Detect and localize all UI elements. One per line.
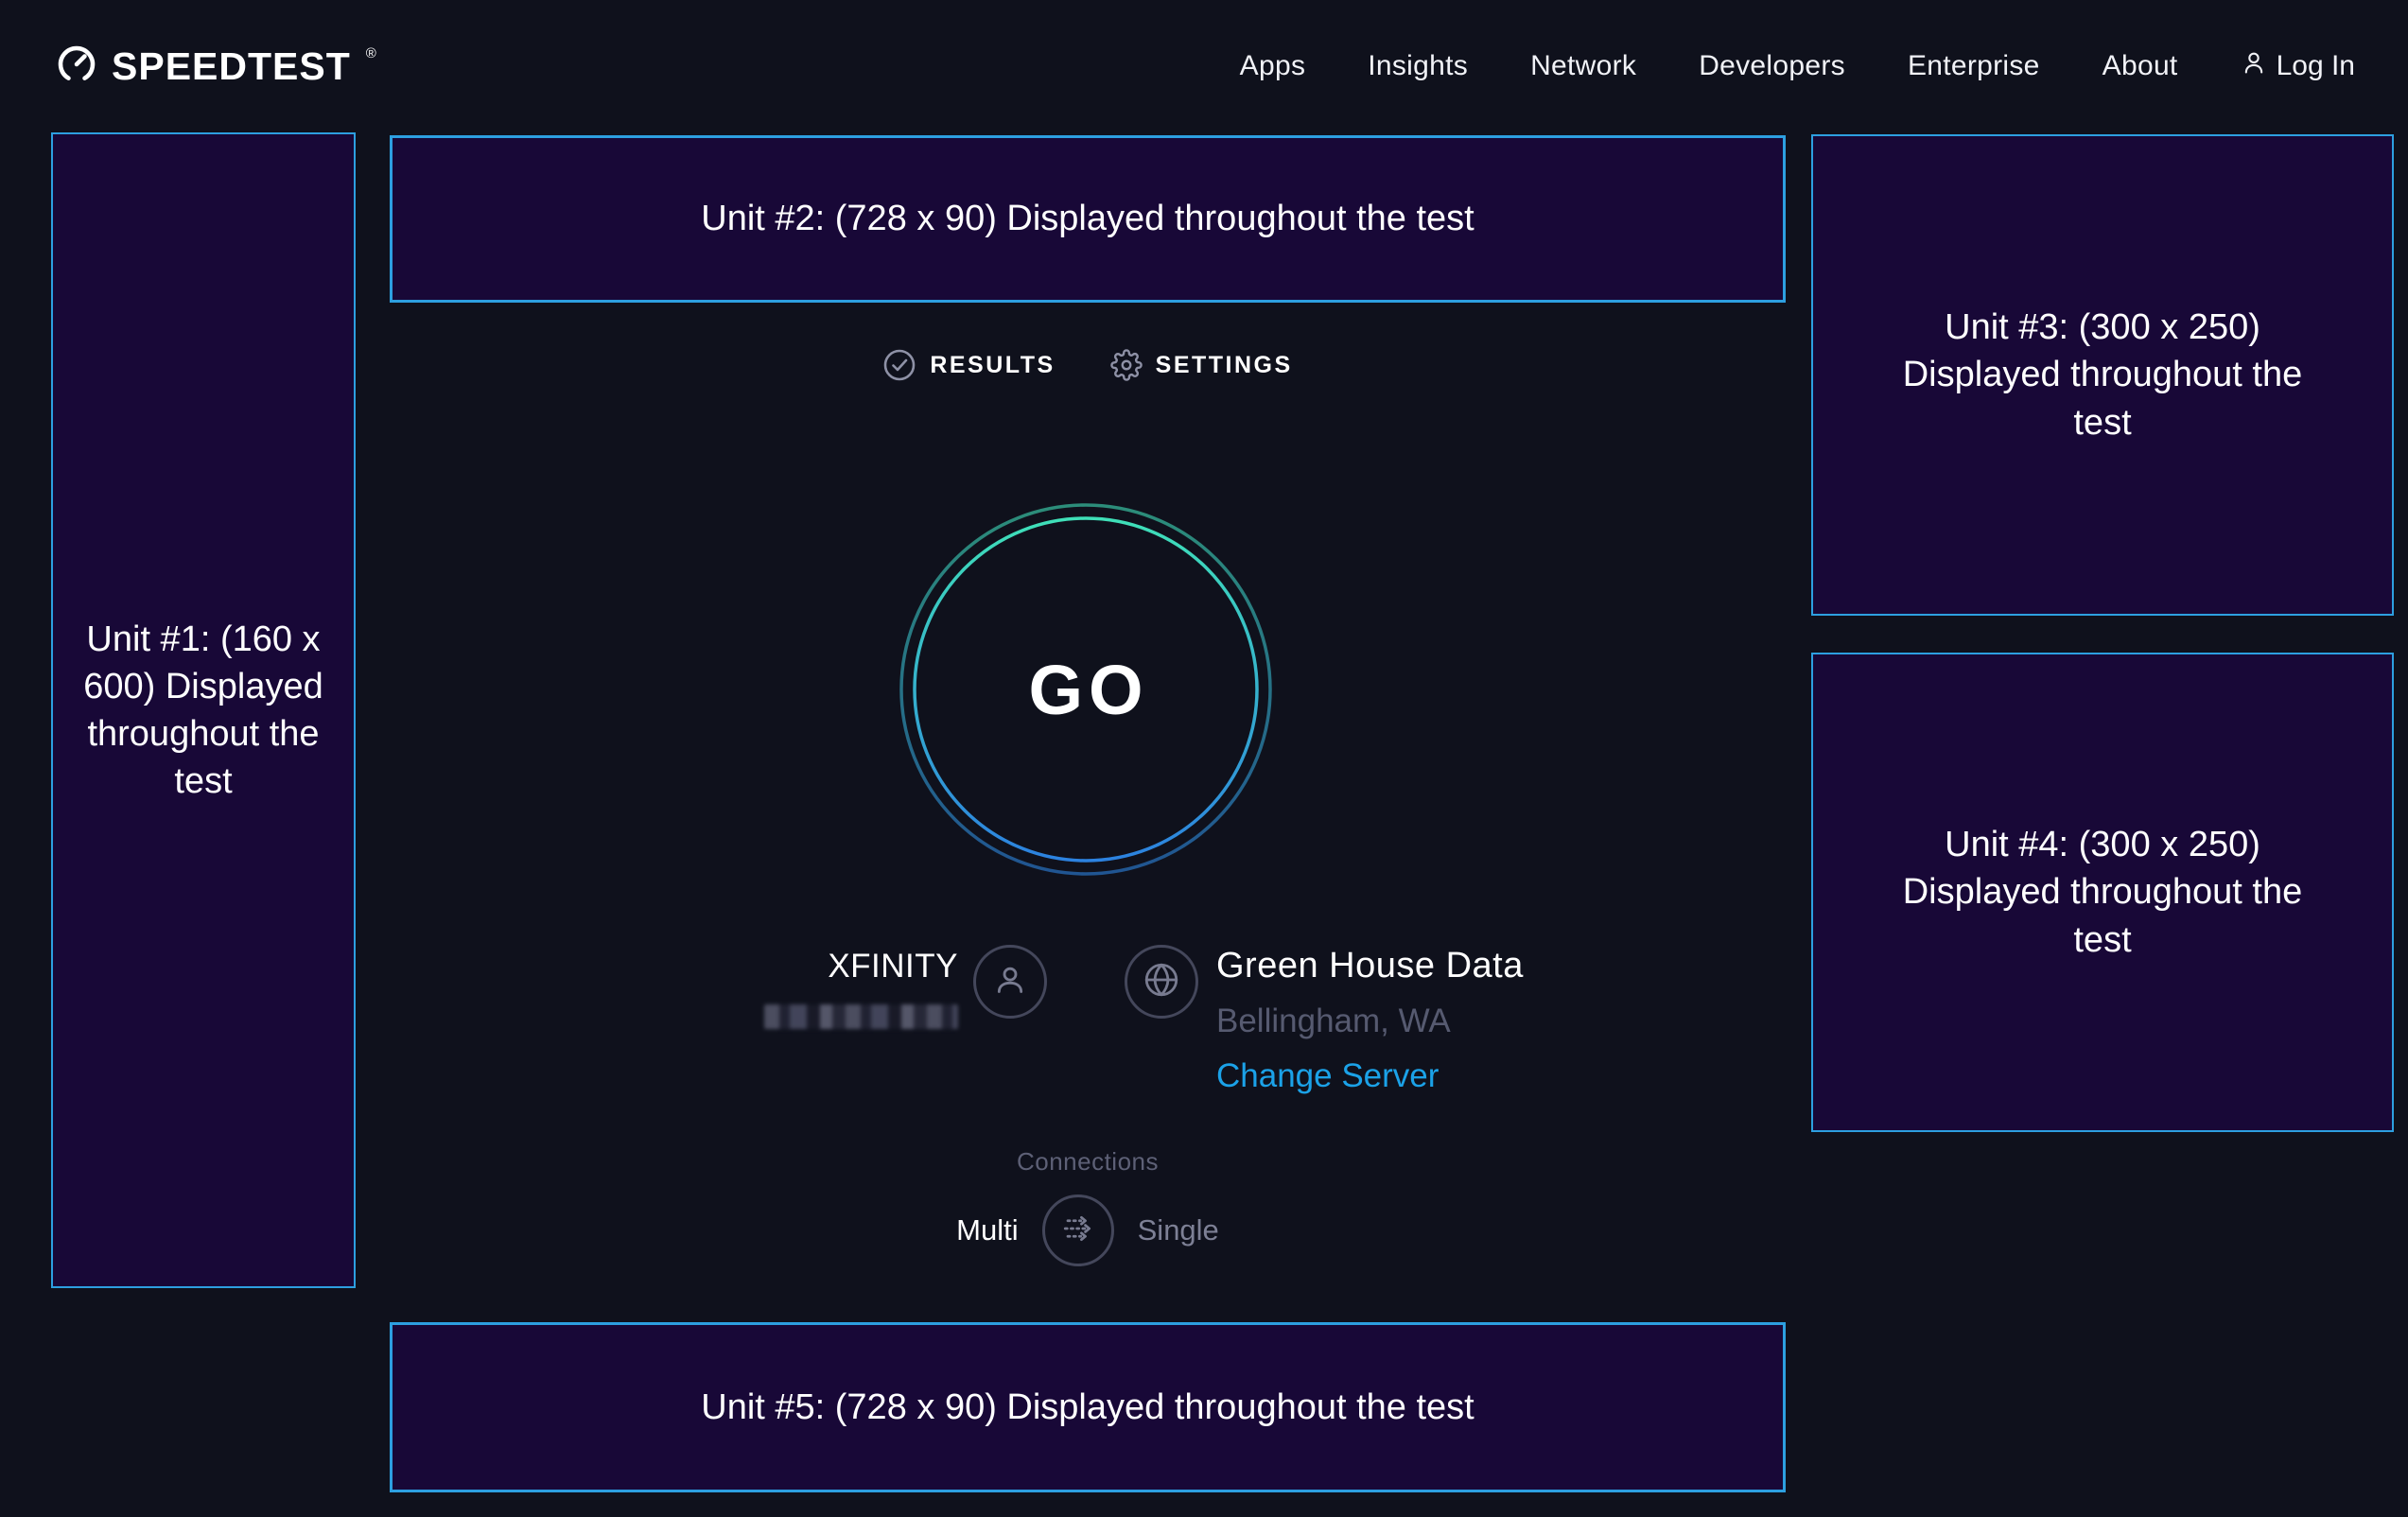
ad-unit-3-text: Unit #3: (300 x 250) Displayed throughou… — [1880, 304, 2325, 445]
gear-icon — [1110, 349, 1143, 381]
ad-unit-1-text: Unit #1: (160 x 600) Displayed throughou… — [78, 616, 329, 806]
nav-item-network[interactable]: Network — [1530, 50, 1636, 82]
connections-mode-badge[interactable] — [1042, 1194, 1114, 1266]
tab-settings-label: SETTINGS — [1156, 352, 1293, 379]
nav-item-insights[interactable]: Insights — [1368, 50, 1468, 82]
top-nav-bar: SPEEDTEST ® Apps Insights Network Develo… — [0, 0, 2408, 132]
ad-unit-3[interactable]: Unit #3: (300 x 250) Displayed throughou… — [1811, 134, 2394, 616]
person-icon — [991, 961, 1029, 1003]
multi-arrows-icon — [1057, 1208, 1099, 1254]
tab-results[interactable]: RESULTS — [882, 348, 1055, 382]
isp-block: XFINITY — [764, 948, 958, 1029]
isp-user-badge[interactable] — [973, 945, 1047, 1019]
nav-item-about[interactable]: About — [2103, 50, 2178, 82]
connections-title: Connections — [390, 1147, 1786, 1177]
ad-unit-2-text: Unit #2: (728 x 90) Displayed throughout… — [701, 195, 1474, 242]
view-tabs: RESULTS SETTINGS — [390, 348, 1786, 382]
ad-unit-4-text: Unit #4: (300 x 250) Displayed throughou… — [1880, 821, 2325, 963]
server-name: Green House Data — [1216, 946, 1524, 986]
go-button-label: GO — [899, 502, 1273, 877]
gauge-logo-icon — [55, 43, 98, 91]
go-button[interactable]: GO — [899, 502, 1273, 877]
check-circle-icon — [882, 348, 916, 382]
login-label: Log In — [2277, 50, 2355, 82]
connections-single-option[interactable]: Single — [1138, 1213, 1219, 1247]
ad-unit-5-text: Unit #5: (728 x 90) Displayed throughout… — [701, 1384, 1474, 1431]
server-block: Green House Data Bellingham, WA Change S… — [1216, 946, 1524, 1095]
tab-settings[interactable]: SETTINGS — [1110, 349, 1293, 381]
main-nav: Apps Insights Network Developers Enterpr… — [1240, 49, 2355, 83]
ip-address-redacted — [764, 1004, 958, 1029]
server-globe-badge[interactable] — [1125, 945, 1198, 1019]
user-icon — [2241, 49, 2267, 83]
ad-unit-2[interactable]: Unit #2: (728 x 90) Displayed throughout… — [390, 135, 1786, 303]
nav-item-developers[interactable]: Developers — [1699, 50, 1845, 82]
isp-name: XFINITY — [764, 948, 958, 985]
globe-icon — [1142, 960, 1181, 1004]
speedtest-logo[interactable]: SPEEDTEST ® — [55, 43, 375, 91]
logo-trademark: ® — [366, 45, 376, 61]
logo-wordmark: SPEEDTEST — [112, 44, 351, 89]
ad-unit-5[interactable]: Unit #5: (728 x 90) Displayed throughout… — [390, 1322, 1786, 1492]
nav-item-apps[interactable]: Apps — [1240, 50, 1306, 82]
speedtest-page: SPEEDTEST ® Apps Insights Network Develo… — [0, 0, 2408, 1517]
ad-unit-4[interactable]: Unit #4: (300 x 250) Displayed throughou… — [1811, 653, 2394, 1132]
login-button[interactable]: Log In — [2241, 49, 2355, 83]
server-location: Bellingham, WA — [1216, 1003, 1524, 1040]
connections-multi-option[interactable]: Multi — [956, 1213, 1018, 1247]
tab-results-label: RESULTS — [930, 352, 1055, 379]
nav-item-enterprise[interactable]: Enterprise — [1908, 50, 2040, 82]
connections-toggle: Multi Single — [390, 1194, 1786, 1266]
change-server-link[interactable]: Change Server — [1216, 1057, 1524, 1095]
ad-unit-1[interactable]: Unit #1: (160 x 600) Displayed throughou… — [51, 132, 356, 1288]
